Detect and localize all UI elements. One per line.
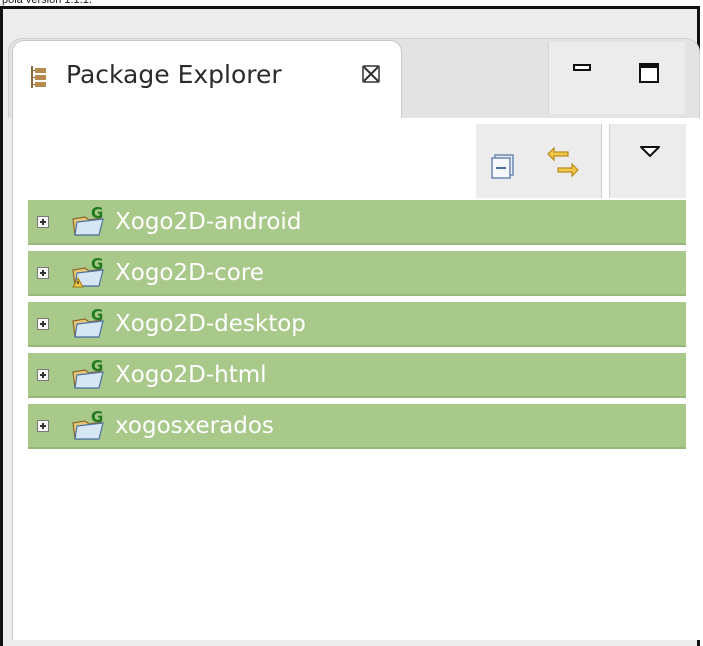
tree-item-xogo2d-android[interactable]: G Xogo2D-android [28, 200, 686, 245]
maximize-button[interactable] [630, 52, 670, 92]
gradle-project-folder-icon: G [72, 207, 104, 236]
gradle-project-folder-icon: G [72, 411, 104, 440]
project-tree: G Xogo2D-android G Xogo2D-core G Xogo2D-… [28, 200, 686, 455]
package-explorer-icon [31, 66, 46, 88]
close-icon[interactable] [361, 64, 381, 84]
view-menu-chevron-down-icon [640, 146, 660, 157]
tree-item-xogo2d-desktop[interactable]: G Xogo2D-desktop [28, 302, 686, 347]
view-title: Package Explorer [66, 60, 282, 89]
tree-item-label: Xogo2D-html [115, 361, 267, 388]
expand-icon[interactable] [37, 368, 49, 381]
expand-icon[interactable] [37, 317, 49, 330]
tree-item-label: xogosxerados [115, 412, 274, 439]
minimize-icon [573, 64, 591, 71]
gradle-project-folder-warning-icon: G [72, 258, 104, 287]
tree-item-xogo2d-html[interactable]: G Xogo2D-html [28, 353, 686, 398]
expand-icon[interactable] [37, 419, 49, 432]
maximize-icon [639, 63, 659, 83]
expand-icon[interactable] [37, 215, 49, 228]
gradle-project-folder-icon: G [72, 309, 104, 338]
tree-item-label: Xogo2D-android [115, 208, 302, 235]
gradle-project-folder-icon: G [72, 360, 104, 389]
tree-item-xogo2d-core[interactable]: G Xogo2D-core [28, 251, 686, 296]
link-with-editor-icon[interactable] [546, 142, 580, 182]
svg-text:G: G [91, 207, 103, 222]
tree-item-label: Xogo2D-core [115, 259, 264, 286]
collapse-all-icon[interactable] [490, 152, 518, 180]
svg-text:G: G [91, 258, 103, 273]
svg-text:G: G [91, 411, 103, 426]
tree-item-xogosxerados[interactable]: G xogosxerados [28, 404, 686, 449]
minimize-button[interactable] [563, 52, 603, 92]
view-toolbar [476, 124, 602, 198]
tree-item-label: Xogo2D-desktop [115, 310, 306, 337]
expand-icon[interactable] [37, 266, 49, 279]
view-menu-button[interactable] [609, 124, 686, 198]
svg-text:G: G [91, 309, 103, 324]
svg-text:G: G [91, 360, 103, 375]
